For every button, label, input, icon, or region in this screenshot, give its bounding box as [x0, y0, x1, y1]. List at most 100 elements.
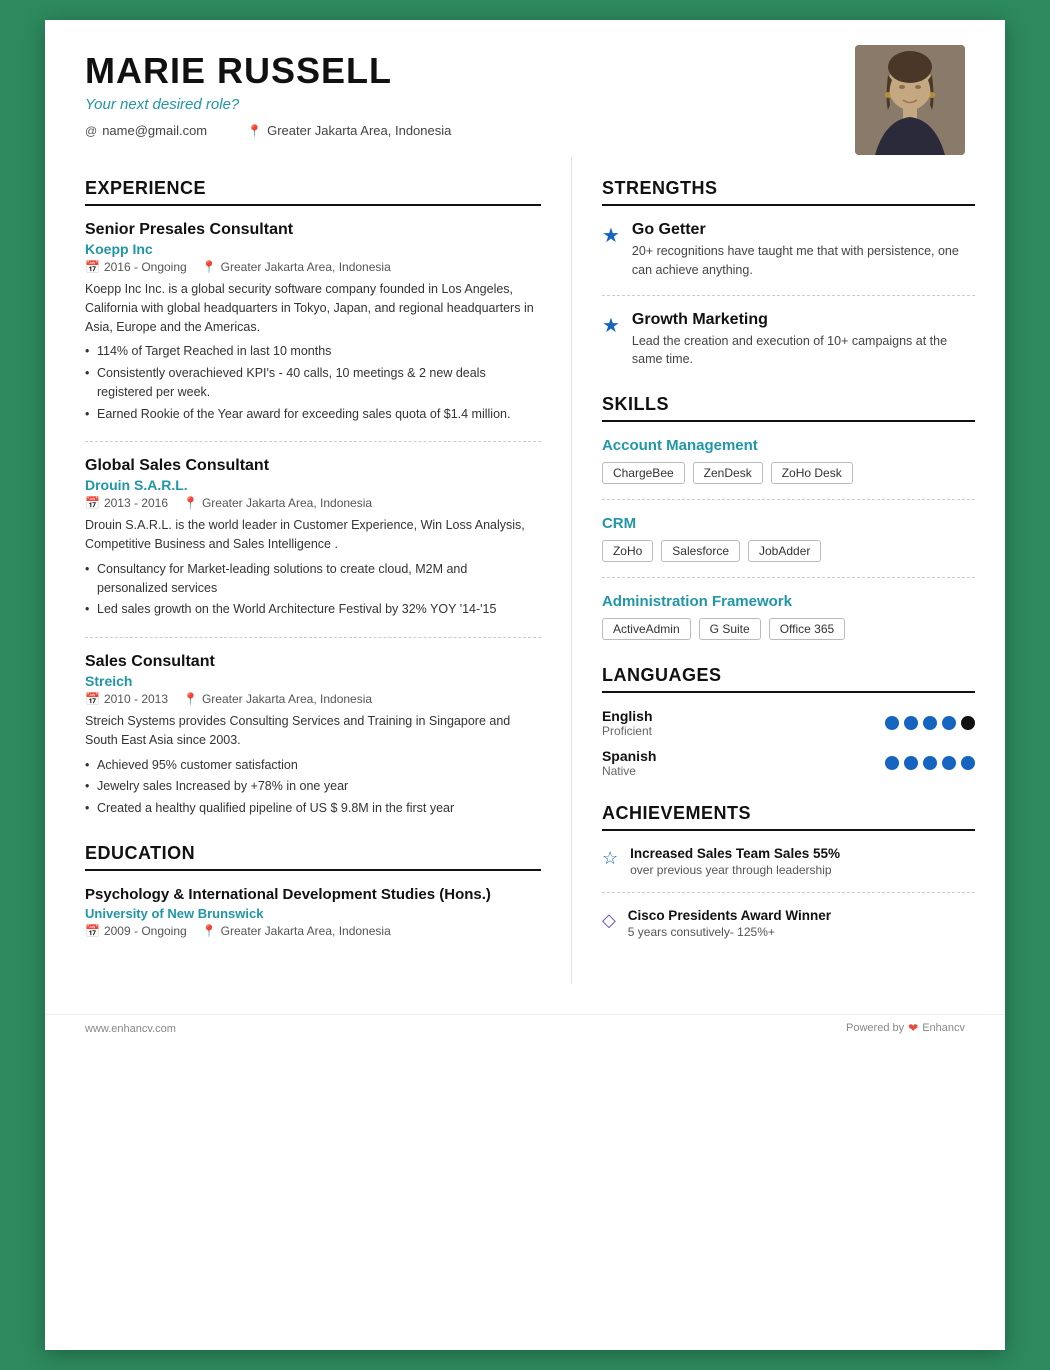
job-desc-2: Drouin S.A.R.L. is the world leader in C…	[85, 516, 541, 554]
job-title-1: Senior Presales Consultant	[85, 221, 541, 239]
footer-website: www.enhancv.com	[85, 1023, 176, 1035]
language-level-2: Native	[602, 764, 656, 778]
strengths-section: STRENGTHS ★ Go Getter 20+ recognitions h…	[602, 178, 975, 369]
skill-cat-1: Account Management	[602, 437, 975, 454]
skill-divider-2	[602, 577, 975, 578]
skill-tags-2: ZoHo Salesforce JobAdder	[602, 540, 975, 562]
achievement-desc-1: over previous year through leadership	[630, 863, 840, 877]
language-info-2: Spanish Native	[602, 748, 656, 778]
left-column: EXPERIENCE Senior Presales Consultant Ko…	[45, 158, 572, 984]
language-name-1: English	[602, 708, 653, 724]
dot-1-1	[885, 716, 899, 730]
enhancv-heart-icon: ❤	[908, 1021, 918, 1035]
job-item-3: Sales Consultant Streich 📅 2010 - 2013 📍…	[85, 653, 541, 818]
job-period-3: 📅 2010 - 2013	[85, 692, 168, 706]
star-icon-2: ★	[602, 313, 620, 370]
profile-photo	[855, 45, 965, 155]
strength-name-1: Go Getter	[632, 221, 975, 239]
dot-2-3	[923, 756, 937, 770]
job-item-1: Senior Presales Consultant Koepp Inc 📅 2…	[85, 221, 541, 423]
job-bullets-2: Consultancy for Market-leading solutions…	[85, 560, 541, 619]
achievement-item-2: ◇ Cisco Presidents Award Winner 5 years …	[602, 908, 975, 939]
job-company-3: Streich	[85, 673, 541, 689]
edu-period-1: 📅 2009 - Ongoing	[85, 924, 187, 938]
achievement-item-1: ☆ Increased Sales Team Sales 55% over pr…	[602, 846, 975, 877]
job-bullets-3: Achieved 95% customer satisfaction Jewel…	[85, 756, 541, 818]
achievements-title: ACHIEVEMENTS	[602, 803, 975, 831]
calendar-icon-2: 📅	[85, 496, 100, 510]
footer: www.enhancv.com Powered by ❤ Enhancv	[45, 1014, 1005, 1043]
achievement-content-2: Cisco Presidents Award Winner 5 years co…	[628, 908, 831, 939]
skills-title: SKILLS	[602, 394, 975, 422]
bullet-3-2: Jewelry sales Increased by +78% in one y…	[85, 777, 541, 796]
skill-tag-1-2: ZenDesk	[693, 462, 763, 484]
skill-cat-3: Administration Framework	[602, 593, 975, 610]
achievement-title-2: Cisco Presidents Award Winner	[628, 908, 831, 923]
education-title: EDUCATION	[85, 843, 541, 871]
achievement-content-1: Increased Sales Team Sales 55% over prev…	[630, 846, 840, 877]
dot-1-2	[904, 716, 918, 730]
skill-tag-2-3: JobAdder	[748, 540, 821, 562]
skill-tag-1-1: ChargeBee	[602, 462, 685, 484]
brand-name: Enhancv	[922, 1022, 965, 1034]
achievement-divider	[602, 892, 975, 893]
location-icon-2: 📍	[183, 496, 198, 510]
skill-tag-1-3: ZoHo Desk	[771, 462, 853, 484]
job-meta-3: 📅 2010 - 2013 📍 Greater Jakarta Area, In…	[85, 692, 541, 706]
job-item-2: Global Sales Consultant Drouin S.A.R.L. …	[85, 457, 541, 619]
language-item-2: Spanish Native	[602, 748, 975, 778]
language-name-2: Spanish	[602, 748, 656, 764]
bullet-3-3: Created a healthy qualified pipeline of …	[85, 799, 541, 818]
header-section: MARIE RUSSELL Your next desired role? @ …	[45, 20, 1005, 158]
language-dots-2	[885, 756, 975, 770]
resume-paper: MARIE RUSSELL Your next desired role? @ …	[45, 20, 1005, 1350]
languages-section: LANGUAGES English Proficient	[602, 665, 975, 778]
job-location-2: 📍 Greater Jakarta Area, Indonesia	[183, 496, 372, 510]
edu-school-1: University of New Brunswick	[85, 906, 541, 921]
job-company-1: Koepp Inc	[85, 241, 541, 257]
location-icon: 📍	[247, 124, 262, 138]
job-location-1: 📍 Greater Jakarta Area, Indonesia	[202, 260, 391, 274]
language-level-1: Proficient	[602, 724, 653, 738]
bullet-1-3: Earned Rookie of the Year award for exce…	[85, 405, 541, 424]
job-location-3: 📍 Greater Jakarta Area, Indonesia	[183, 692, 372, 706]
strength-name-2: Growth Marketing	[632, 311, 975, 329]
dot-2-1	[885, 756, 899, 770]
star-icon-1: ★	[602, 223, 620, 280]
dot-1-5	[961, 716, 975, 730]
achievements-section: ACHIEVEMENTS ☆ Increased Sales Team Sale…	[602, 803, 975, 939]
education-section: EDUCATION Psychology & International Dev…	[85, 843, 541, 938]
skill-tags-3: ActiveAdmin G Suite Office 365	[602, 618, 975, 640]
edu-meta-1: 📅 2009 - Ongoing 📍 Greater Jakarta Area,…	[85, 924, 541, 938]
strength-divider	[602, 295, 975, 296]
location-icon-3: 📍	[183, 692, 198, 706]
job-company-2: Drouin S.A.R.L.	[85, 477, 541, 493]
language-info-1: English Proficient	[602, 708, 653, 738]
job-desc-1: Koepp Inc Inc. is a global security soft…	[85, 280, 541, 336]
dot-1-4	[942, 716, 956, 730]
strength-item-2: ★ Growth Marketing Lead the creation and…	[602, 311, 975, 370]
name: MARIE RUSSELL	[85, 50, 965, 92]
strength-content-1: Go Getter 20+ recognitions have taught m…	[632, 221, 975, 280]
contact-row: @ name@gmail.com 📍 Greater Jakarta Area,…	[85, 123, 965, 138]
bullet-1-2: Consistently overachieved KPI's - 40 cal…	[85, 364, 541, 402]
job-meta-1: 📅 2016 - Ongoing 📍 Greater Jakarta Area,…	[85, 260, 541, 274]
job-title-3: Sales Consultant	[85, 653, 541, 671]
job-title-2: Global Sales Consultant	[85, 457, 541, 475]
email-text: name@gmail.com	[102, 123, 207, 138]
powered-by-text: Powered by	[846, 1022, 904, 1034]
strength-desc-1: 20+ recognitions have taught me that wit…	[632, 242, 975, 280]
dot-1-3	[923, 716, 937, 730]
location-contact: 📍 Greater Jakarta Area, Indonesia	[247, 123, 451, 138]
location-icon-1: 📍	[202, 260, 217, 274]
experience-title: EXPERIENCE	[85, 178, 541, 206]
email-icon: @	[85, 124, 97, 138]
dot-2-5	[961, 756, 975, 770]
bullet-3-1: Achieved 95% customer satisfaction	[85, 756, 541, 775]
skill-divider-1	[602, 499, 975, 500]
edu-location-1: 📍 Greater Jakarta Area, Indonesia	[202, 924, 391, 938]
language-item-1: English Proficient	[602, 708, 975, 738]
email-contact: @ name@gmail.com	[85, 123, 207, 138]
tagline: Your next desired role?	[85, 96, 965, 113]
bullet-1-1: 114% of Target Reached in last 10 months	[85, 342, 541, 361]
